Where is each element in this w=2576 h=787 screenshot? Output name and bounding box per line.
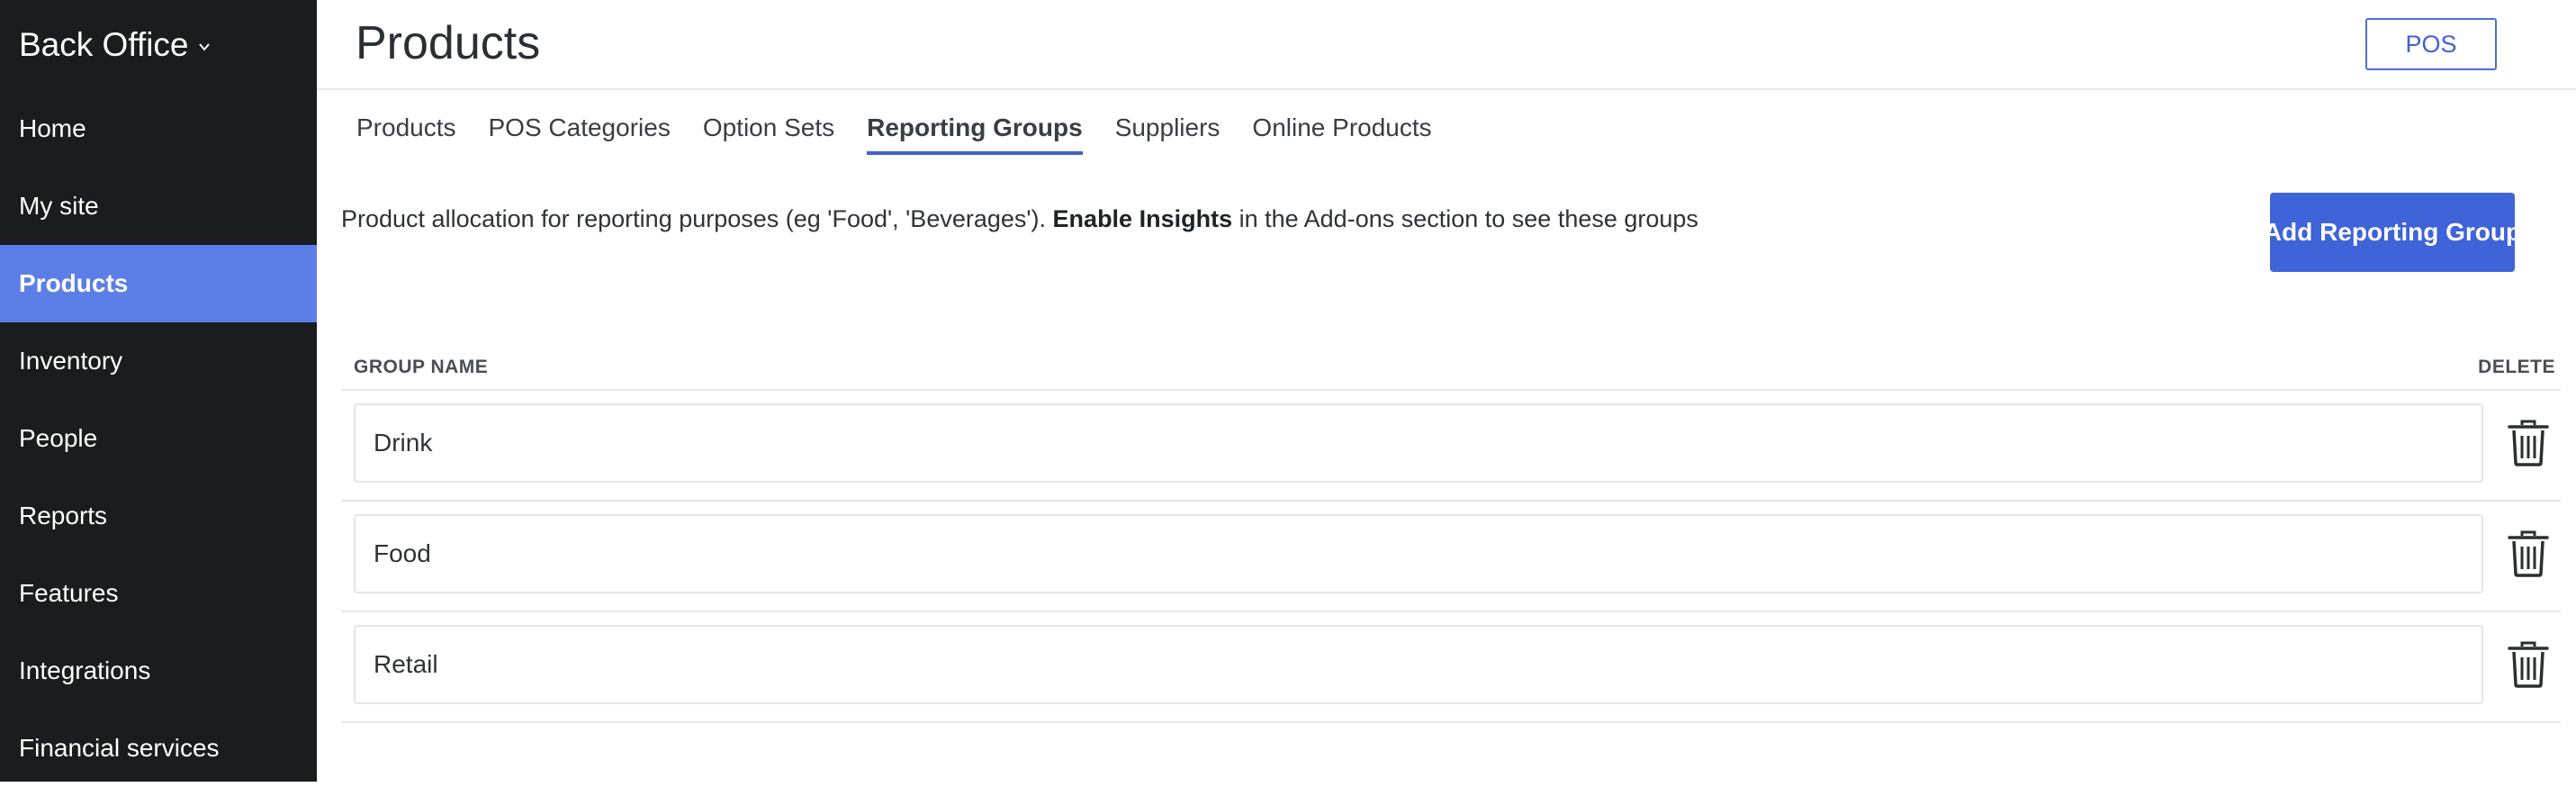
group-name-input[interactable] [354, 625, 2483, 704]
table-header: GROUP NAME DELETE [341, 342, 2561, 391]
chevron-down-icon [198, 41, 211, 53]
sidebar-item-label: Products [19, 269, 129, 297]
group-name-input[interactable] [354, 403, 2483, 483]
sidebar-item-label: Features [19, 579, 119, 607]
sidebar-item-label: Home [19, 114, 86, 142]
page-title: Products [356, 17, 541, 69]
tab-online-products[interactable]: Online Products [1252, 113, 1431, 155]
group-name-input[interactable] [354, 514, 2483, 593]
description-text-end: in the Add-ons section to see these grou… [1232, 205, 1698, 232]
sidebar-item-label: Reports [19, 502, 108, 529]
tab-reporting-groups[interactable]: Reporting Groups [867, 113, 1083, 155]
enable-insights-text: Enable Insights [1052, 205, 1233, 232]
table-row [341, 391, 2561, 502]
tab-suppliers[interactable]: Suppliers [1115, 113, 1220, 155]
sidebar-item-reports[interactable]: Reports [0, 477, 317, 555]
sidebar: Back Office Home My site Products Invent… [0, 0, 317, 782]
sidebar-item-home[interactable]: Home [0, 90, 317, 167]
table-row [341, 502, 2561, 612]
column-header-group-name: GROUP NAME [354, 357, 489, 377]
column-header-delete: DELETE [2478, 357, 2555, 377]
pos-button[interactable]: POS [2365, 18, 2497, 70]
app-name: Back Office [19, 26, 189, 63]
tab-pos-categories[interactable]: POS Categories [489, 113, 671, 155]
product-tabs: Products POS Categories Option Sets Repo… [356, 113, 1432, 155]
table-row [341, 612, 2561, 723]
trash-icon[interactable] [2507, 641, 2550, 688]
description-text: Product allocation for reporting purpose… [341, 205, 1053, 232]
sidebar-item-integrations[interactable]: Integrations [0, 632, 317, 710]
tab-option-sets[interactable]: Option Sets [703, 113, 834, 155]
sidebar-item-products[interactable]: Products [0, 245, 317, 322]
trash-icon[interactable] [2507, 420, 2550, 466]
sidebar-item-my-site[interactable]: My site [0, 167, 317, 245]
sidebar-item-inventory[interactable]: Inventory [0, 322, 317, 400]
sidebar-item-features[interactable]: Features [0, 555, 317, 632]
sidebar-nav: Home My site Products Inventory People R… [0, 90, 317, 787]
reporting-groups-table: GROUP NAME DELETE [341, 342, 2561, 723]
sidebar-item-label: Financial services [19, 734, 220, 762]
add-reporting-group-button[interactable]: Add Reporting Group [2264, 193, 2521, 272]
page-header: Products POS [317, 0, 2576, 90]
sidebar-item-people[interactable]: People [0, 400, 317, 477]
tab-products[interactable]: Products [356, 113, 456, 155]
sidebar-item-label: Inventory [19, 347, 123, 375]
sidebar-item-financial-services[interactable]: Financial services [0, 710, 317, 787]
sidebar-item-label: People [19, 424, 98, 452]
trash-icon[interactable] [2507, 530, 2550, 577]
sidebar-item-label: Integrations [19, 656, 151, 684]
reporting-groups-description: Product allocation for reporting purpose… [341, 205, 1698, 233]
sidebar-item-label: My site [19, 192, 99, 220]
back-office-menu[interactable]: Back Office [19, 23, 211, 67]
